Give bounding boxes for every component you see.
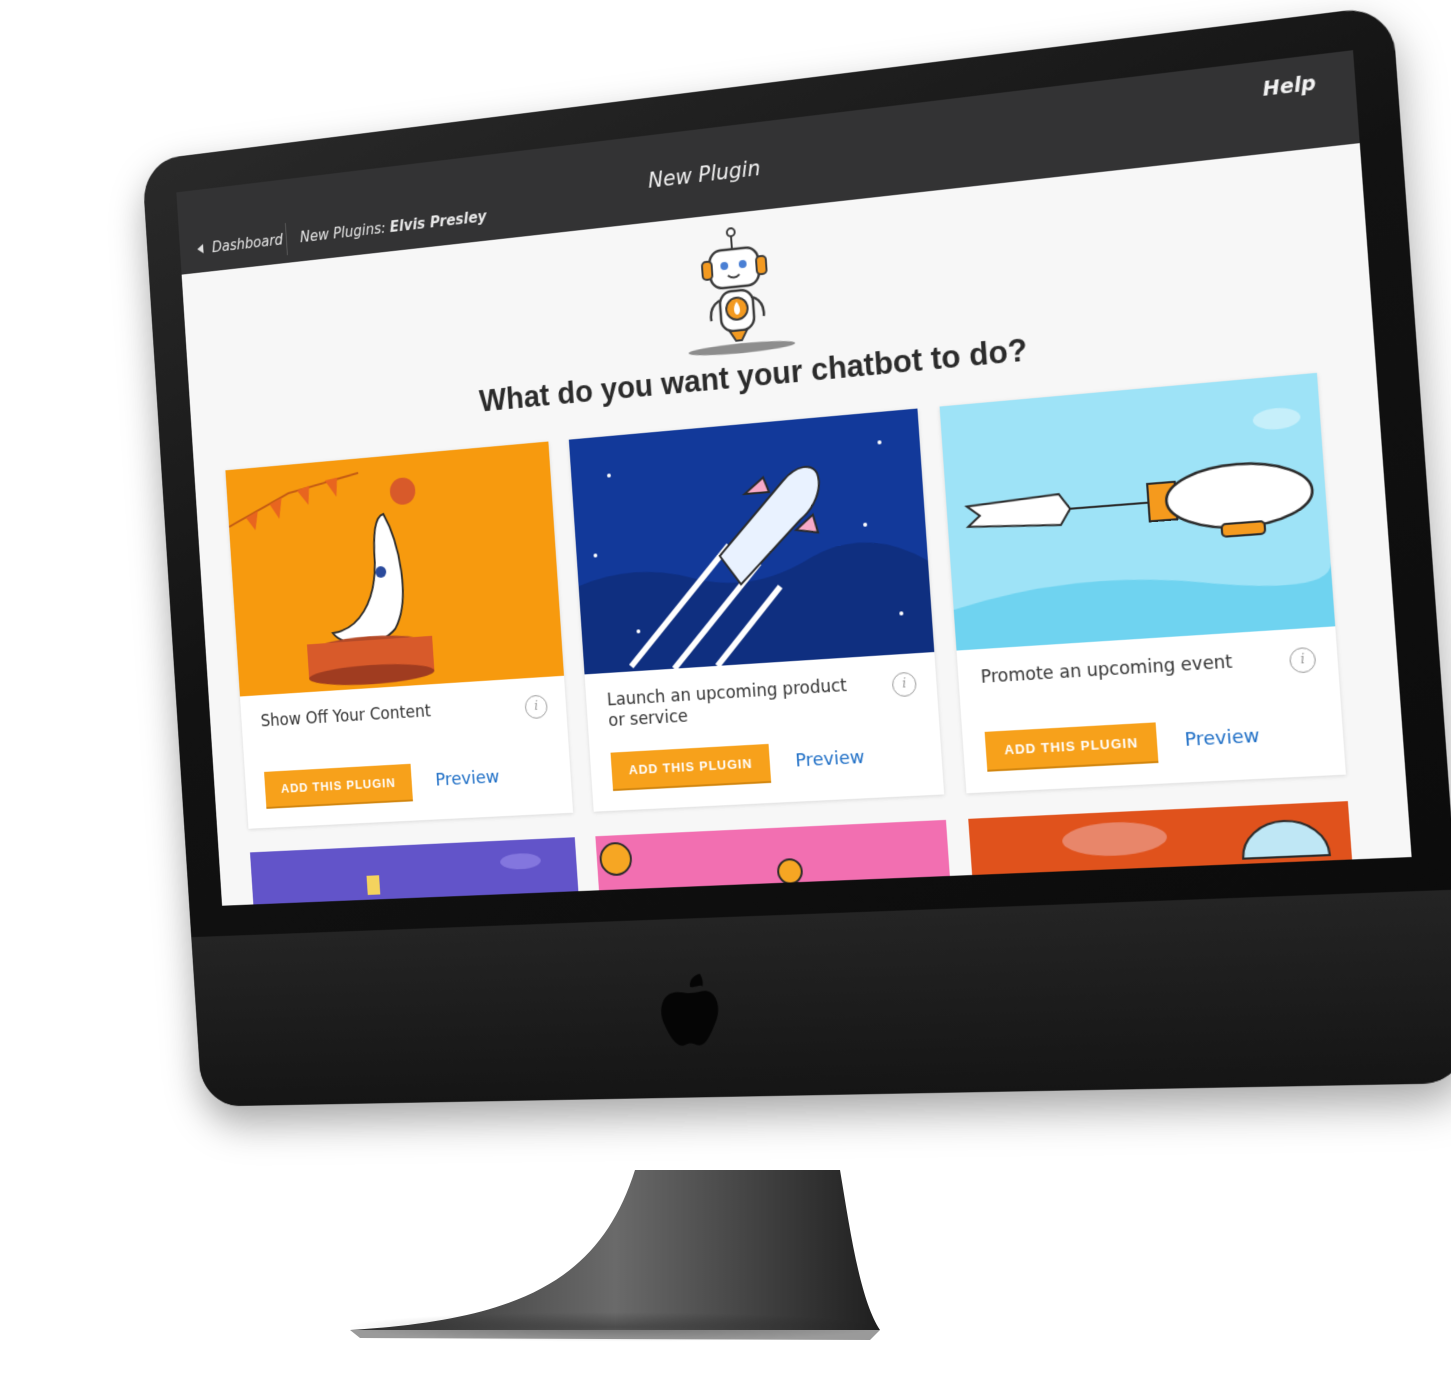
plugin-card-show-content: Show Off Your Content i ADD THIS PLUGIN … — [225, 441, 574, 829]
card-title: Promote an upcoming event — [980, 651, 1234, 688]
card-title: Launch an upcoming product or service — [606, 675, 848, 732]
card-title: Show Off Your Content — [260, 701, 432, 732]
info-circle-icon[interactable]: i — [1288, 646, 1317, 674]
night-scene-card-art — [250, 837, 579, 906]
plugin-card-promote-event: Promote an upcoming event i ADD THIS PLU… — [939, 372, 1346, 794]
coins-card-art — [595, 819, 951, 896]
app-screen: Dashboard New Plugins: Elvis Presley New… — [176, 50, 1412, 906]
preview-link[interactable]: Preview — [435, 767, 500, 791]
triangle-left-icon — [196, 243, 204, 254]
blimp-banner-illustration — [939, 372, 1336, 651]
circus-seal-illustration — [225, 441, 564, 697]
card-actions: ADD THIS PLUGIN Preview — [264, 759, 500, 807]
add-plugin-button[interactable]: ADD THIS PLUGIN — [264, 763, 413, 807]
breadcrumb-prefix: New Plugins: — [299, 219, 387, 247]
breadcrumb-divider — [284, 223, 288, 256]
card-body: Promote an upcoming event i ADD THIS PLU… — [957, 626, 1346, 793]
stand-shadow — [345, 1312, 885, 1342]
apple-logo-icon — [659, 973, 721, 1047]
card-actions: ADD THIS PLUGIN Preview — [984, 717, 1261, 770]
preview-link[interactable]: Preview — [795, 747, 866, 772]
robot-mascot-illustration — [688, 218, 796, 359]
imac-scene: Dashboard New Plugins: Elvis Presley New… — [0, 0, 1451, 1394]
card-actions: ADD THIS PLUGIN Preview — [610, 739, 866, 790]
dashboard-back-link[interactable]: Dashboard — [196, 231, 284, 258]
dashboard-label: Dashboard — [211, 231, 284, 257]
breadcrumb-name: Elvis Presley — [389, 207, 488, 236]
page-title: New Plugin — [647, 156, 762, 193]
add-plugin-button[interactable]: ADD THIS PLUGIN — [984, 722, 1159, 770]
rocket-launch-illustration — [568, 408, 935, 675]
help-link[interactable]: Help — [1262, 72, 1317, 101]
info-circle-icon[interactable]: i — [891, 671, 918, 698]
parachutes-card-art — [968, 801, 1353, 881]
imac-display: Dashboard New Plugins: Elvis Presley New… — [141, 4, 1451, 1107]
imac-chin — [191, 889, 1451, 1107]
info-circle-icon[interactable]: i — [524, 694, 549, 720]
plugin-card-grid: Show Off Your Content i ADD THIS PLUGIN … — [225, 370, 1374, 829]
plugin-card-launch-product: Launch an upcoming product or service i … — [568, 408, 945, 812]
breadcrumb: New Plugins: Elvis Presley — [299, 208, 487, 247]
card-body: Show Off Your Content i ADD THIS PLUGIN … — [240, 676, 573, 829]
preview-link[interactable]: Preview — [1184, 725, 1260, 751]
card-body: Launch an upcoming product or service i … — [585, 652, 945, 812]
add-plugin-button[interactable]: ADD THIS PLUGIN — [610, 743, 772, 790]
